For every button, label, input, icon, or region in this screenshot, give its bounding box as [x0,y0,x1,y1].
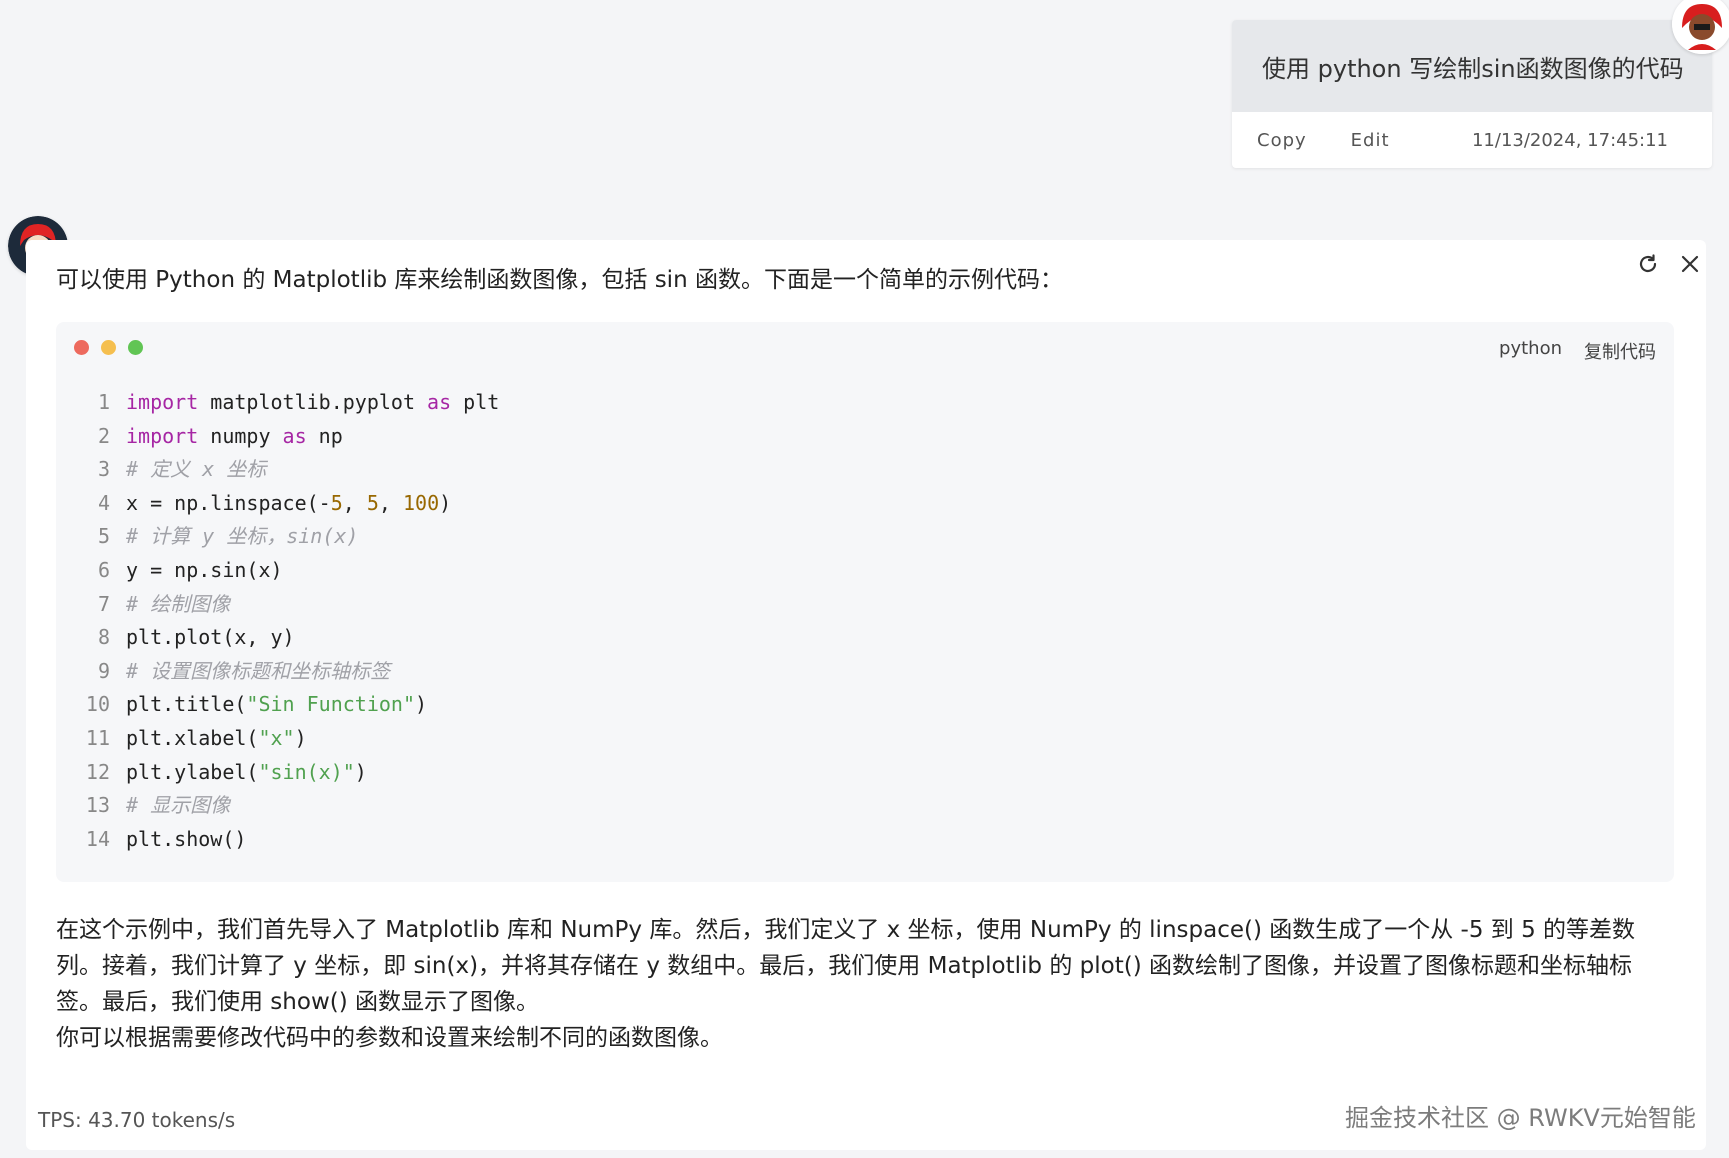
line-number: 2 [97,423,110,448]
code-token: ) [294,725,307,750]
code-line: 7 # 绘制图像 [56,588,1674,622]
code-token: y = np.sin(x) [126,557,283,582]
user-avatar [1672,0,1729,54]
yellow-dot-icon [101,340,116,355]
code-token: import [126,423,199,448]
code-token: 100 [402,490,440,515]
code-line: 4x = np.linspace(- 5, 5, 100) [56,487,1674,521]
refresh-icon[interactable] [1630,246,1666,282]
code-language: python [1499,338,1562,359]
code-line: 10 plt.title("Sin Function") [56,688,1674,722]
user-message-text: 使用 python 写绘制sin函数图像的代码 [1232,20,1712,112]
line-number: 3 [97,457,110,482]
close-icon[interactable] [1672,246,1708,282]
edit-button[interactable]: Edit [1351,130,1390,151]
line-number: 13 [85,793,110,818]
code-token: ) [354,759,367,784]
code-token: plt.ylabel( [126,759,259,784]
code-line: 1 import matplotlib.pyplot as plt [56,386,1674,420]
copy-code-button[interactable]: 复制代码 [1584,338,1656,364]
line-number: 1 [97,390,110,414]
code-token: plt [451,390,500,414]
code-token: np [306,423,343,448]
user-message-actions: Copy Edit 11/13/2024, 17:45:11 [1232,112,1712,168]
user-avatar-icon [1672,0,1729,54]
watermark: 掘金技术社区 @ RWKV元始智能 [1345,1104,1696,1132]
code-token: as [282,423,307,448]
code-token: # 设置图像标题和坐标轴标签 [126,658,391,683]
code-token: "Sin Function" [246,692,415,717]
tps-readout: TPS: 43.70 tokens/s [38,1108,236,1132]
user-message-card: 使用 python 写绘制sin函数图像的代码 Copy Edit 11/13/… [1232,20,1712,168]
code-token: "x" [258,725,295,750]
line-number: 6 [97,557,110,582]
explanation-paragraph: 你可以根据需要修改代码中的参数和设置来绘制不同的函数图像。 [56,1025,723,1051]
copy-button[interactable]: Copy [1257,130,1307,151]
line-number: 14 [85,826,110,851]
assistant-message-card: 可以使用 Python 的 Matplotlib 库来绘制函数图像，包括 sin… [26,240,1706,1150]
code-line: 14 plt.show() [56,823,1674,857]
code-token: numpy [198,423,283,448]
code-line: 9 # 设置图像标题和坐标轴标签 [56,655,1674,689]
code-token: # 显示图像 [126,793,231,818]
code-block: python 复制代码 1 import matplotlib.pyplot as… [56,322,1674,882]
code-line: 5 # 计算 y 坐标，sin(x) [56,520,1674,554]
code-token: import [126,390,199,414]
line-number: 4 [97,490,110,515]
code-line: 2 import numpy as np [56,420,1674,454]
code-token: 5 [330,490,343,515]
code-token: ) [439,490,452,515]
code-token: matplotlib.pyplot [198,390,428,414]
code-token: as [427,390,452,414]
code-line: 8 plt.plot(x, y) [56,621,1674,655]
code-line: 12 plt.ylabel("sin(x)") [56,756,1674,790]
line-number: 9 [97,658,110,683]
code-token: ) [415,692,428,717]
line-number: 12 [85,759,110,784]
code-line: 13 # 显示图像 [56,789,1674,823]
code-token: x = np.linspace(- [126,490,331,515]
code-line: 3 # 定义 x 坐标 [56,453,1674,487]
assistant-intro-text: 可以使用 Python 的 Matplotlib 库来绘制函数图像，包括 sin… [56,267,1063,293]
code-token: # 计算 y 坐标，sin(x) [126,524,359,549]
code-token: , [378,490,403,515]
line-number: 7 [97,591,110,616]
explanation-paragraph: 在这个示例中，我们首先导入了 Matplotlib 库和 NumPy 库。然后，… [56,917,1636,1015]
code-token: plt.title( [126,692,247,717]
code-token: plt.plot(x, y) [126,625,295,650]
code-token: plt.show() [126,826,247,851]
code-line: 6 y = np.sin(x) [56,554,1674,588]
window-dots [74,340,143,355]
assistant-explanation: 在这个示例中，我们首先导入了 Matplotlib 库和 NumPy 库。然后，… [56,912,1676,1056]
code-token: 5 [366,490,379,515]
red-dot-icon [74,340,89,355]
code-token: plt.xlabel( [126,725,259,750]
message-timestamp: 11/13/2024, 17:45:11 [1471,129,1668,151]
code-lines: 1 import matplotlib.pyplot as plt 2 import … [56,386,1674,856]
code-token: # 绘制图像 [126,591,231,616]
line-number: 5 [97,524,110,549]
green-dot-icon [128,340,143,355]
code-token: "sin(x)" [258,759,355,784]
code-token: # 定义 x 坐标 [126,457,267,482]
line-number: 8 [97,625,110,650]
line-number: 11 [85,725,110,750]
code-line: 11 plt.xlabel("x") [56,722,1674,756]
code-token: , [342,490,367,515]
line-number: 10 [85,692,110,717]
